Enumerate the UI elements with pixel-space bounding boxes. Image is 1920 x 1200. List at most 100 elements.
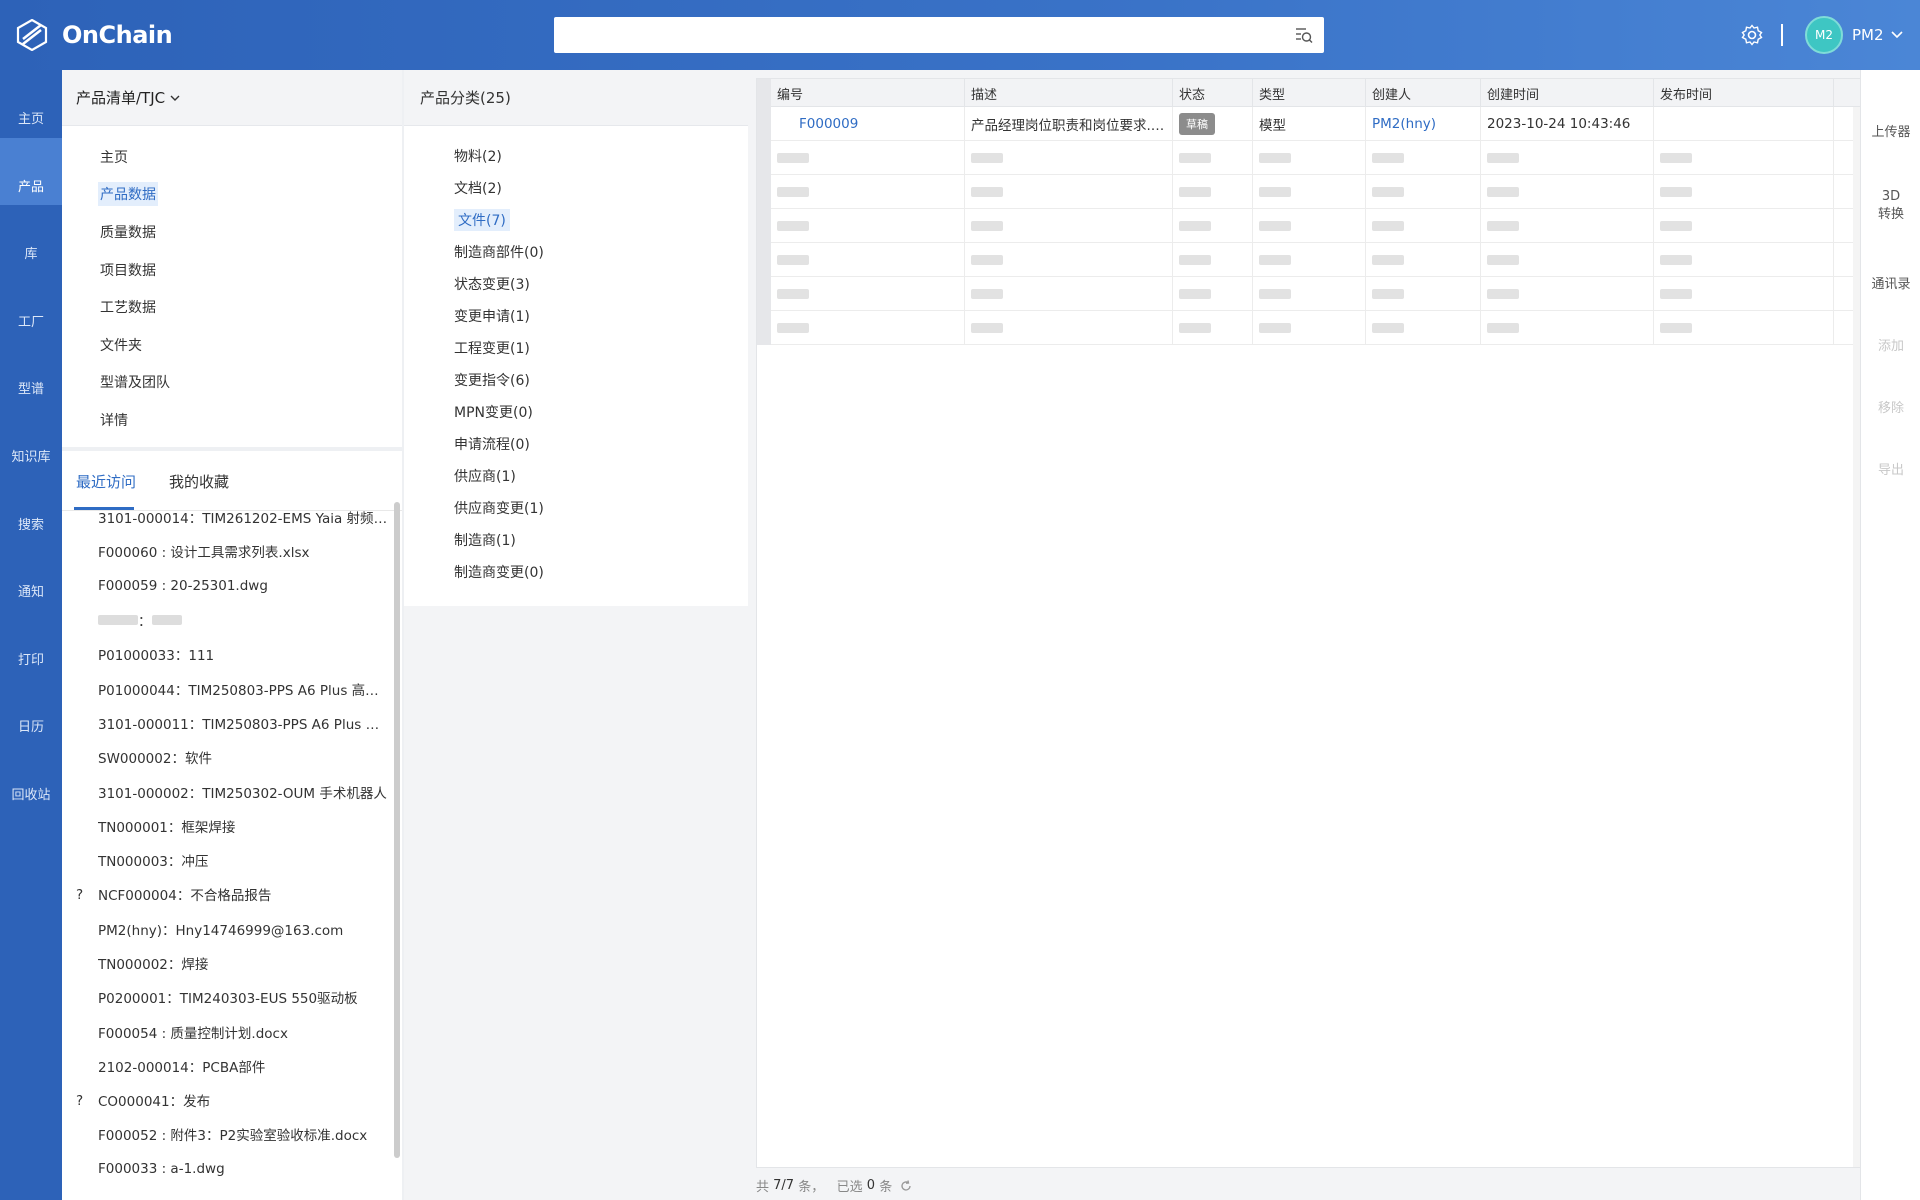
nav-item-6[interactable]: 搜索 (0, 476, 62, 543)
column-tools (1444, 86, 1474, 99)
printer-icon (19, 621, 43, 645)
column-header[interactable]: 发布时间 (1654, 79, 1834, 107)
menu-item-3[interactable]: 项目数据 (62, 251, 402, 289)
column-header[interactable]: 状态 (1173, 79, 1253, 107)
cell-placeholder (771, 311, 965, 345)
category-item-11[interactable]: 供应商变更(1) (404, 492, 748, 524)
list-item[interactable]: TN000003：冲压 (62, 843, 392, 877)
global-search-input[interactable] (554, 17, 1324, 53)
tab-favorites[interactable]: 我的收藏 (169, 471, 229, 492)
column-header[interactable]: 创建时间 (1481, 79, 1654, 107)
sort-icon[interactable] (1216, 86, 1228, 99)
tool-chat[interactable]: 通讯录 (1861, 250, 1920, 294)
list-item[interactable]: TN000002：焊接 (62, 946, 392, 980)
category-item-9[interactable]: 申请流程(0) (404, 428, 748, 460)
column-header[interactable]: 描述 (965, 79, 1173, 107)
user-name[interactable]: PM2 (1852, 26, 1884, 44)
list-item[interactable]: ： (62, 603, 392, 637)
list-item[interactable]: 3101-000002：TIM250302-OUM 手术机器人 (62, 774, 392, 808)
list-item[interactable]: F000052 : 附件3：P2实验室验收标准.docx (62, 1117, 392, 1151)
sort-icon[interactable] (1444, 86, 1456, 99)
list-item[interactable]: F000060 : 设计工具需求列表.xlsx (62, 534, 392, 568)
column-header[interactable]: 创建人 (1366, 79, 1481, 107)
category-item-3[interactable]: 制造商部件(0) (404, 236, 748, 268)
avatar[interactable]: M2 (1805, 16, 1843, 54)
search-icon[interactable] (1815, 86, 1827, 99)
search-list-icon[interactable] (1294, 25, 1314, 45)
nav-item-7[interactable]: 通知 (0, 543, 62, 610)
nav-item-8[interactable]: 打印 (0, 611, 62, 678)
creator-link[interactable]: PM2(hny) (1372, 116, 1436, 132)
category-item-0[interactable]: 物料(2) (404, 140, 748, 172)
category-item-13[interactable]: 制造商变更(0) (404, 556, 748, 588)
list-item[interactable]: P0200001：TIM240303-EUS 550驱动板 (62, 980, 392, 1014)
category-item-4[interactable]: 状态变更(3) (404, 268, 748, 300)
nav-item-3[interactable]: 工厂 (0, 273, 62, 340)
menu-item-7[interactable]: 详情 (62, 401, 402, 439)
category-item-2[interactable]: 文件(7) (404, 204, 748, 236)
refresh-icon[interactable] (900, 1179, 912, 1192)
table-row[interactable]: F000009 产品经理岗位职责和岗位要求.docx 草稿 模型 PM2(hny) 202… (757, 107, 1853, 141)
app-logo[interactable]: OnChain (16, 17, 173, 53)
nav-item-1[interactable]: 产品 (0, 137, 62, 205)
sort-icon[interactable] (1617, 86, 1629, 99)
record-link[interactable]: F000009 (799, 116, 858, 132)
sort-icon[interactable] (1329, 86, 1341, 99)
menu-item-0[interactable]: 主页 (62, 138, 402, 176)
category-item-12[interactable]: 制造商(1) (404, 524, 748, 556)
category-item-7[interactable]: 变更指令(6) (404, 364, 748, 396)
nav-item-5[interactable]: 知识库 (0, 408, 62, 475)
search-icon[interactable] (1347, 86, 1359, 99)
list-item[interactable]: 2102-000014：PCBA部件 (62, 1049, 392, 1083)
list-item[interactable]: PM2(hny)：Hny14746999@163.com (62, 912, 392, 946)
process-icon (76, 853, 90, 867)
sort-icon[interactable] (1797, 86, 1809, 99)
nav-item-9[interactable]: 日历 (0, 678, 62, 745)
nav-item-4[interactable]: 型谱 (0, 340, 62, 407)
tab-recent[interactable]: 最近访问 (76, 471, 136, 492)
column-header[interactable]: 类型 (1253, 79, 1366, 107)
gear-icon[interactable] (1740, 23, 1764, 47)
column-header[interactable]: 编号 (771, 79, 965, 107)
nav-item-0[interactable]: 主页 (0, 70, 62, 137)
search-icon[interactable] (946, 86, 958, 99)
row-handle[interactable] (757, 107, 771, 141)
list-item[interactable]: F000033 : a-1.dwg (62, 1152, 392, 1186)
menu-item-4[interactable]: 工艺数据 (62, 288, 402, 326)
search-icon[interactable] (1462, 86, 1474, 99)
tool-upload-monitor[interactable]: 上传器 (1861, 98, 1920, 142)
category-item-1[interactable]: 文档(2) (404, 172, 748, 204)
category-item-6[interactable]: 工程变更(1) (404, 332, 748, 364)
menu-item-5[interactable]: 文件夹 (62, 326, 402, 364)
chevron-down-icon[interactable] (1890, 29, 1904, 41)
nav-item-10[interactable]: 回收站 (0, 746, 62, 813)
search-icon[interactable] (1635, 86, 1647, 99)
cell-placeholder (771, 277, 965, 311)
recent-scrollbar[interactable] (394, 502, 400, 1158)
list-item[interactable]: ? NCF000004：不合格品报告 (62, 877, 392, 911)
search-icon[interactable] (1154, 86, 1166, 99)
menu-item-6[interactable]: 型谱及团队 (62, 364, 402, 402)
sort-icon[interactable] (928, 86, 940, 99)
list-item[interactable]: F000054 : 质量控制计划.docx (62, 1014, 392, 1048)
nav-item-2[interactable]: 库 (0, 205, 62, 272)
category-item-8[interactable]: MPN变更(0) (404, 396, 748, 428)
list-item[interactable]: TN000001：框架焊接 (62, 809, 392, 843)
list-item[interactable]: 3101-000011：TIM250803-PPS A6 Plus 高端机型 (62, 706, 392, 740)
sort-icon[interactable] (1136, 86, 1148, 99)
menu-item-2[interactable]: 质量数据 (62, 213, 402, 251)
list-item[interactable]: 3101-000014：TIM261202-EMS Yaia 射频电源 (62, 500, 392, 534)
product-list-header[interactable]: 产品清单/TJC (62, 70, 402, 126)
category-item-5[interactable]: 变更申请(1) (404, 300, 748, 332)
search-icon[interactable] (1234, 86, 1246, 99)
list-item[interactable]: SW000002：软件 (62, 740, 392, 774)
list-item[interactable]: F000059 : 20-25301.dwg (62, 569, 392, 603)
list-item[interactable]: P01000033：111 (62, 637, 392, 671)
list-item[interactable]: ? CO000041：发布 (62, 1083, 392, 1117)
product-list-title: 产品清单/TJC (76, 89, 166, 107)
menu-item-1[interactable]: 产品数据 (62, 176, 402, 214)
list-item[interactable]: P01000044：TIM250803-PPS A6 Plus 高端机型 (62, 671, 392, 705)
tool-cube-3d[interactable]: 3D 转换 (1861, 162, 1920, 224)
cell-placeholder (965, 243, 1173, 277)
category-item-10[interactable]: 供应商(1) (404, 460, 748, 492)
